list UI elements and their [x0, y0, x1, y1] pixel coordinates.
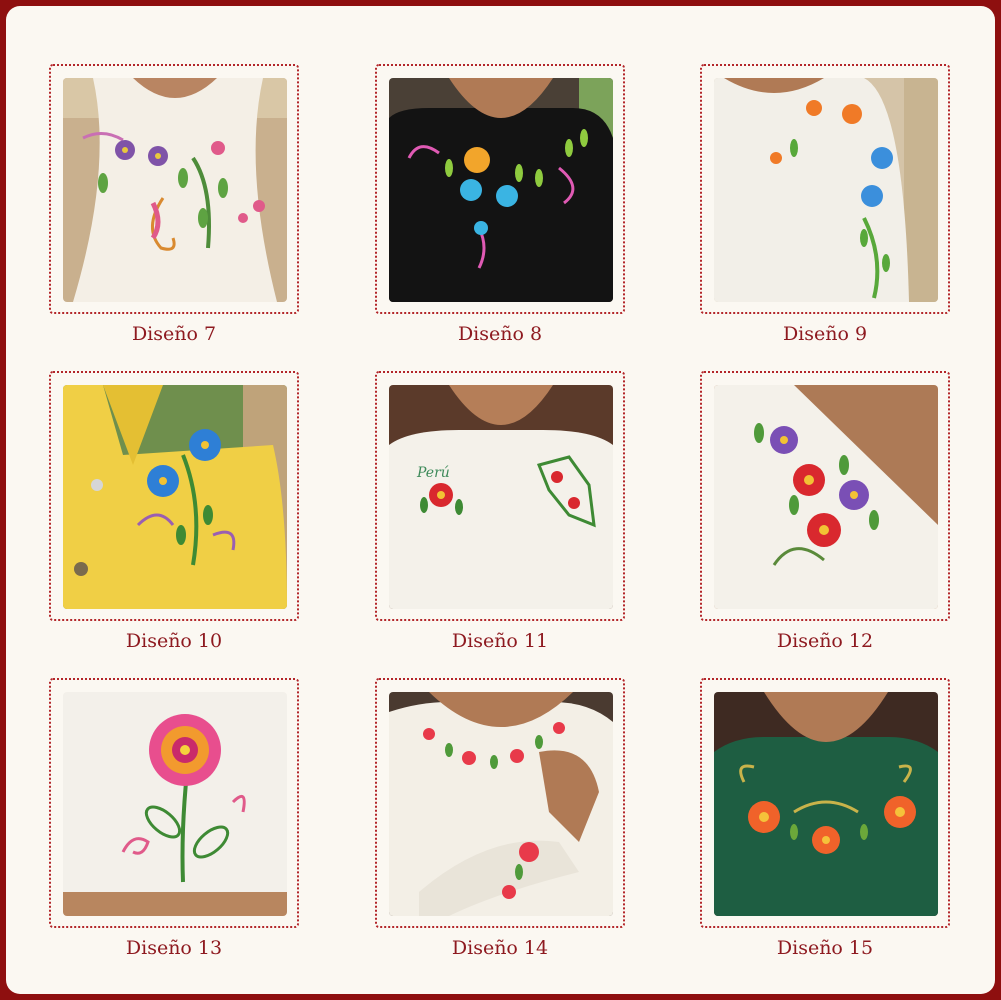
design-card-11[interactable]: Perú — [375, 371, 625, 621]
caption-design-11: Diseño 11 — [451, 630, 549, 652]
design-photo-7 — [63, 78, 287, 302]
caption-design-14: Diseño 14 — [451, 937, 549, 959]
design-photo-12 — [714, 385, 938, 609]
design-card-14[interactable] — [375, 678, 625, 928]
design-photo-9 — [714, 78, 938, 302]
peru-lettering: Perú — [416, 465, 450, 481]
design-card-15[interactable] — [700, 678, 950, 928]
design-card-9[interactable] — [700, 64, 950, 314]
caption-design-15: Diseño 15 — [776, 937, 874, 959]
gallery-frame: Perú Diseño 7 Diseño 8 Diseño 9 Diseño 1… — [6, 6, 995, 994]
design-photo-11: Perú — [389, 385, 613, 609]
caption-design-7: Diseño 7 — [131, 323, 217, 345]
design-card-13[interactable] — [49, 678, 299, 928]
caption-design-9: Diseño 9 — [782, 323, 868, 345]
design-photo-14 — [389, 692, 613, 916]
caption-design-13: Diseño 13 — [125, 937, 223, 959]
caption-design-10: Diseño 10 — [125, 630, 223, 652]
design-card-12[interactable] — [700, 371, 950, 621]
design-photo-8 — [389, 78, 613, 302]
design-photo-15 — [714, 692, 938, 916]
design-card-8[interactable] — [375, 64, 625, 314]
design-card-7[interactable] — [49, 64, 299, 314]
caption-design-12: Diseño 12 — [776, 630, 874, 652]
caption-design-8: Diseño 8 — [457, 323, 543, 345]
design-photo-13 — [63, 692, 287, 916]
design-photo-10 — [63, 385, 287, 609]
design-card-10[interactable] — [49, 371, 299, 621]
